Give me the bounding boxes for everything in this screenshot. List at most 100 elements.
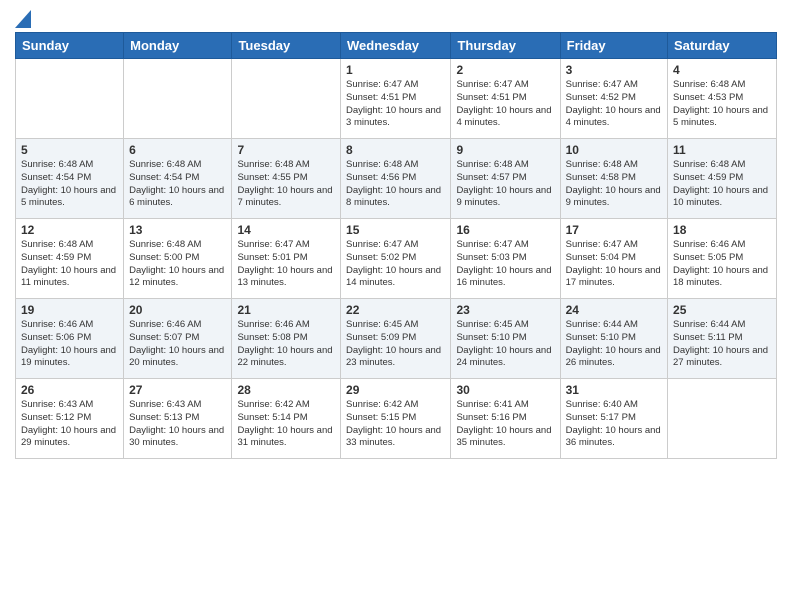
day-number: 13 [129,223,226,237]
calendar-week-row: 1 Sunrise: 6:47 AM Sunset: 4:51 PM Daylig… [16,59,777,139]
day-info: Sunrise: 6:40 AM Sunset: 5:17 PM Dayligh… [566,399,662,450]
day-info: Sunrise: 6:48 AM Sunset: 4:59 PM Dayligh… [673,159,771,210]
calendar-cell: 6 Sunrise: 6:48 AM Sunset: 4:54 PM Daylig… [124,139,232,219]
weekday-header: Saturday [668,33,777,59]
day-number: 12 [21,223,118,237]
day-number: 21 [237,303,335,317]
calendar-cell: 26Sunrise: 6:43 AM Sunset: 5:12 PM Dayli… [16,379,124,459]
day-number: 8 [346,143,445,157]
day-number: 9 [456,143,554,157]
weekday-header: Monday [124,33,232,59]
day-info: Sunrise: 6:48 AM Sunset: 4:54 PM Dayligh… [21,159,118,210]
day-info: Sunrise: 6:45 AM Sunset: 5:10 PM Dayligh… [456,319,554,370]
calendar-cell: 21 Sunrise: 6:46 AM Sunset: 5:08 PM Dayli… [232,299,341,379]
calendar-cell: 24 Sunrise: 6:44 AM Sunset: 5:10 PM Dayli… [560,299,667,379]
day-info: Sunrise: 6:47 AM Sunset: 4:52 PM Dayligh… [566,79,662,130]
day-number: 5 [21,143,118,157]
calendar-cell: 23 Sunrise: 6:45 AM Sunset: 5:10 PM Dayli… [451,299,560,379]
calendar-cell: 20 Sunrise: 6:46 AM Sunset: 5:07 PM Dayli… [124,299,232,379]
day-info: Sunrise: 6:48 AM Sunset: 4:55 PM Dayligh… [237,159,335,210]
day-number: 19 [21,303,118,317]
day-number: 31 [566,383,662,397]
day-number: 20 [129,303,226,317]
logo [15,10,31,24]
calendar-cell: 13 Sunrise: 6:48 AM Sunset: 5:00 PM Dayli… [124,219,232,299]
calendar-cell: 25 Sunrise: 6:44 AM Sunset: 5:11 PM Dayli… [668,299,777,379]
day-info: Sunrise: 6:48 AM Sunset: 4:54 PM Dayligh… [129,159,226,210]
day-number: 16 [456,223,554,237]
day-number: 30 [456,383,554,397]
day-info: Sunrise: 6:46 AM Sunset: 5:08 PM Dayligh… [237,319,335,370]
calendar-cell: 28Sunrise: 6:42 AM Sunset: 5:14 PM Dayli… [232,379,341,459]
day-number: 4 [673,63,771,77]
header [15,10,777,24]
day-number: 11 [673,143,771,157]
calendar-cell: 17Sunrise: 6:47 AM Sunset: 5:04 PM Dayli… [560,219,667,299]
day-number: 25 [673,303,771,317]
day-number: 15 [346,223,445,237]
calendar-cell: 16Sunrise: 6:47 AM Sunset: 5:03 PM Dayli… [451,219,560,299]
calendar-cell [16,59,124,139]
day-info: Sunrise: 6:48 AM Sunset: 4:59 PM Dayligh… [21,239,118,290]
calendar-cell: 3Sunrise: 6:47 AM Sunset: 4:52 PM Daylig… [560,59,667,139]
day-number: 10 [566,143,662,157]
weekday-header: Thursday [451,33,560,59]
calendar-cell: 7 Sunrise: 6:48 AM Sunset: 4:55 PM Daylig… [232,139,341,219]
calendar-cell: 19 Sunrise: 6:46 AM Sunset: 5:06 PM Dayli… [16,299,124,379]
day-number: 2 [456,63,554,77]
calendar-table: SundayMondayTuesdayWednesdayThursdayFrid… [15,32,777,459]
weekday-header: Friday [560,33,667,59]
day-info: Sunrise: 6:44 AM Sunset: 5:10 PM Dayligh… [566,319,662,370]
calendar-cell: 22Sunrise: 6:45 AM Sunset: 5:09 PM Dayli… [341,299,451,379]
day-number: 18 [673,223,771,237]
weekday-header: Wednesday [341,33,451,59]
day-info: Sunrise: 6:43 AM Sunset: 5:13 PM Dayligh… [129,399,226,450]
day-info: Sunrise: 6:46 AM Sunset: 5:05 PM Dayligh… [673,239,771,290]
logo-triangle-icon [15,10,31,28]
calendar-week-row: 26Sunrise: 6:43 AM Sunset: 5:12 PM Dayli… [16,379,777,459]
day-info: Sunrise: 6:47 AM Sunset: 5:02 PM Dayligh… [346,239,445,290]
logo-text [15,10,31,28]
day-number: 6 [129,143,226,157]
day-info: Sunrise: 6:47 AM Sunset: 4:51 PM Dayligh… [456,79,554,130]
calendar-cell: 8 Sunrise: 6:48 AM Sunset: 4:56 PM Daylig… [341,139,451,219]
day-number: 14 [237,223,335,237]
day-info: Sunrise: 6:44 AM Sunset: 5:11 PM Dayligh… [673,319,771,370]
calendar-week-row: 5 Sunrise: 6:48 AM Sunset: 4:54 PM Daylig… [16,139,777,219]
day-info: Sunrise: 6:43 AM Sunset: 5:12 PM Dayligh… [21,399,118,450]
day-info: Sunrise: 6:48 AM Sunset: 4:57 PM Dayligh… [456,159,554,210]
day-number: 24 [566,303,662,317]
calendar-cell: 31 Sunrise: 6:40 AM Sunset: 5:17 PM Dayli… [560,379,667,459]
calendar-cell: 12 Sunrise: 6:48 AM Sunset: 4:59 PM Dayli… [16,219,124,299]
page: SundayMondayTuesdayWednesdayThursdayFrid… [0,0,792,612]
header-row: SundayMondayTuesdayWednesdayThursdayFrid… [16,33,777,59]
calendar-cell: 4 Sunrise: 6:48 AM Sunset: 4:53 PM Daylig… [668,59,777,139]
day-info: Sunrise: 6:48 AM Sunset: 4:58 PM Dayligh… [566,159,662,210]
calendar-week-row: 19 Sunrise: 6:46 AM Sunset: 5:06 PM Dayli… [16,299,777,379]
day-number: 27 [129,383,226,397]
day-info: Sunrise: 6:48 AM Sunset: 4:53 PM Dayligh… [673,79,771,130]
day-info: Sunrise: 6:42 AM Sunset: 5:14 PM Dayligh… [237,399,335,450]
weekday-header: Sunday [16,33,124,59]
day-info: Sunrise: 6:48 AM Sunset: 4:56 PM Dayligh… [346,159,445,210]
calendar-cell: 29Sunrise: 6:42 AM Sunset: 5:15 PM Dayli… [341,379,451,459]
weekday-header: Tuesday [232,33,341,59]
day-info: Sunrise: 6:45 AM Sunset: 5:09 PM Dayligh… [346,319,445,370]
calendar-cell: 10 Sunrise: 6:48 AM Sunset: 4:58 PM Dayli… [560,139,667,219]
calendar-cell: 14 Sunrise: 6:47 AM Sunset: 5:01 PM Dayli… [232,219,341,299]
day-number: 29 [346,383,445,397]
calendar-cell: 18 Sunrise: 6:46 AM Sunset: 5:05 PM Dayli… [668,219,777,299]
calendar-cell: 9 Sunrise: 6:48 AM Sunset: 4:57 PM Daylig… [451,139,560,219]
day-info: Sunrise: 6:46 AM Sunset: 5:06 PM Dayligh… [21,319,118,370]
day-info: Sunrise: 6:48 AM Sunset: 5:00 PM Dayligh… [129,239,226,290]
day-number: 17 [566,223,662,237]
day-info: Sunrise: 6:47 AM Sunset: 5:01 PM Dayligh… [237,239,335,290]
calendar-cell: 11 Sunrise: 6:48 AM Sunset: 4:59 PM Dayli… [668,139,777,219]
calendar-cell: 30Sunrise: 6:41 AM Sunset: 5:16 PM Dayli… [451,379,560,459]
calendar-cell: 5 Sunrise: 6:48 AM Sunset: 4:54 PM Daylig… [16,139,124,219]
day-number: 1 [346,63,445,77]
day-number: 7 [237,143,335,157]
day-info: Sunrise: 6:46 AM Sunset: 5:07 PM Dayligh… [129,319,226,370]
day-number: 23 [456,303,554,317]
day-info: Sunrise: 6:47 AM Sunset: 4:51 PM Dayligh… [346,79,445,130]
